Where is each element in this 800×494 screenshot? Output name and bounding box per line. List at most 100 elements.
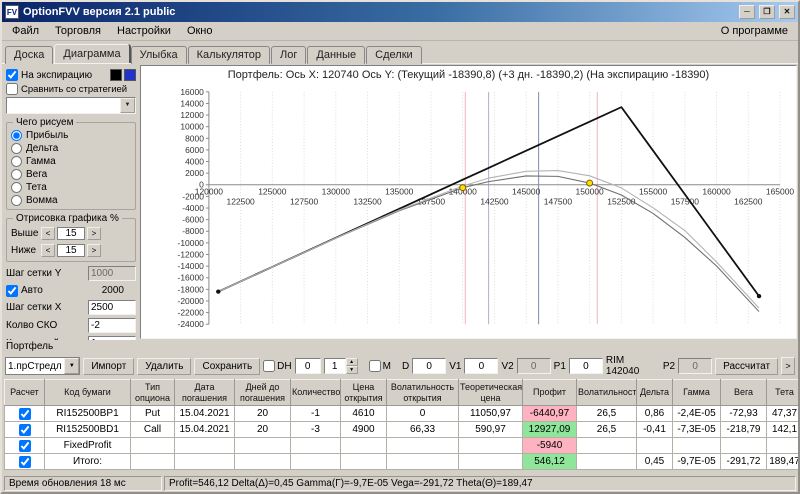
window-title: OptionFVV версия 2.1 public bbox=[23, 6, 176, 18]
line-endpoint-dot bbox=[216, 289, 221, 294]
menu-about[interactable]: О программе bbox=[713, 23, 796, 39]
p2-label: P2 bbox=[662, 360, 676, 372]
column-header: Дата погашения bbox=[174, 379, 235, 406]
chevron-down-icon[interactable]: ▼ bbox=[64, 358, 80, 374]
auto-grid-checkbox[interactable] bbox=[6, 284, 18, 297]
tab-Данные[interactable]: Данные bbox=[307, 46, 366, 64]
spin-down-icon[interactable]: ▼ bbox=[345, 366, 358, 374]
table-cell bbox=[636, 437, 673, 454]
m-checkbox[interactable] bbox=[368, 360, 381, 372]
profit-chart[interactable]: -24000-22000 -20000 -18000-16000 -14000-120… bbox=[141, 82, 796, 338]
delete-button[interactable]: Удалить bbox=[137, 357, 192, 375]
grid-x-row: Шаг сетки X bbox=[6, 299, 136, 316]
d-input[interactable] bbox=[412, 358, 447, 374]
table-cell bbox=[576, 437, 637, 454]
compare-strategy-checkbox[interactable] bbox=[6, 83, 18, 95]
tab-Калькулятор[interactable]: Калькулятор bbox=[187, 46, 271, 64]
chevron-down-icon[interactable]: ▼ bbox=[120, 98, 135, 113]
row-calc-checkbox[interactable] bbox=[18, 423, 31, 436]
p1-input[interactable] bbox=[568, 358, 603, 374]
table-cell: -0,41 bbox=[636, 421, 673, 438]
spin-up-icon[interactable]: ▲ bbox=[345, 358, 358, 366]
row-calc-checkbox[interactable] bbox=[18, 407, 31, 420]
row-calc-cell bbox=[4, 453, 45, 470]
tab-Доска[interactable]: Доска bbox=[5, 46, 54, 64]
tab-Улыбка[interactable]: Улыбка bbox=[130, 46, 187, 64]
title-bar[interactable]: FV OptionFVV версия 2.1 public ─ ❐ ✕ bbox=[2, 2, 798, 22]
dh-spin-input[interactable] bbox=[323, 358, 346, 374]
table-row[interactable]: FixedProfit -5940 bbox=[4, 437, 798, 454]
radio-Тета[interactable]: Тета bbox=[11, 181, 131, 194]
expiration-color-swatch[interactable] bbox=[110, 69, 122, 81]
y-axis-label: -18000 bbox=[178, 284, 205, 294]
table-cell bbox=[234, 453, 291, 470]
menu-item[interactable]: Файл bbox=[4, 23, 47, 39]
y-axis-label: 16000 bbox=[180, 87, 204, 97]
status-update-time: Время обновления 18 мс bbox=[4, 476, 162, 491]
maximize-button-icon[interactable]: ❐ bbox=[759, 5, 775, 19]
above-increment-icon[interactable]: > bbox=[87, 227, 101, 240]
y-axis-label: 6000 bbox=[185, 145, 204, 155]
p2-input bbox=[678, 358, 713, 374]
radio-Гамма[interactable]: Гамма bbox=[11, 155, 131, 168]
current-color-swatch[interactable] bbox=[124, 69, 136, 81]
app-window: FV OptionFVV версия 2.1 public ─ ❐ ✕ Фай… bbox=[0, 0, 800, 494]
y-axis-label: -4000 bbox=[182, 203, 204, 213]
dh-checkbox[interactable] bbox=[263, 360, 276, 372]
calculate-button[interactable]: Рассчитат bbox=[715, 357, 779, 375]
table-cell: -5940 bbox=[522, 437, 577, 454]
below-value[interactable]: 15 bbox=[57, 244, 85, 257]
y-axis-label: 12000 bbox=[180, 110, 204, 120]
minimize-button-icon[interactable]: ─ bbox=[739, 5, 755, 19]
column-header: Гамма bbox=[672, 379, 721, 406]
radio-Вомма[interactable]: Вомма bbox=[11, 194, 131, 207]
v1-input[interactable] bbox=[464, 358, 499, 374]
menu-item[interactable]: Окно bbox=[179, 23, 221, 39]
tab-Сделки[interactable]: Сделки bbox=[366, 46, 422, 64]
dh-input[interactable] bbox=[294, 358, 321, 374]
radio-Дельта[interactable]: Дельта bbox=[11, 142, 131, 155]
table-cell: -7,3E-05 bbox=[672, 421, 721, 438]
render-percent-title: Отрисовка графика % bbox=[16, 213, 119, 224]
save-button[interactable]: Сохранить bbox=[194, 357, 261, 375]
d-label: D bbox=[401, 360, 410, 372]
radio-Вега[interactable]: Вега bbox=[11, 168, 131, 181]
compare-strategy-combo[interactable]: ▼ bbox=[6, 97, 136, 114]
scroll-right-icon[interactable]: > bbox=[781, 357, 795, 375]
column-header: Количество bbox=[290, 379, 341, 406]
menu-item[interactable]: Настройки bbox=[109, 23, 179, 39]
render-percent-group: Отрисовка графика % Выше < 15 > Ниже < 1… bbox=[6, 213, 136, 262]
x-axis-label: 147500 bbox=[544, 197, 573, 207]
row-calc-checkbox[interactable] bbox=[18, 455, 31, 468]
row-calc-cell bbox=[4, 437, 45, 454]
tab-Диаграмма[interactable]: Диаграмма bbox=[54, 44, 130, 63]
table-row[interactable]: RI152500BP1 Put 15.04.2021 20 -1 4610 0 11050,9… bbox=[4, 405, 798, 422]
above-row: Выше < 15 > bbox=[11, 225, 131, 242]
radio-Прибыль[interactable]: Прибыль bbox=[11, 129, 131, 142]
y-axis-label: 8000 bbox=[185, 133, 204, 143]
on-expiration-checkbox[interactable] bbox=[6, 69, 18, 81]
below-increment-icon[interactable]: > bbox=[87, 244, 101, 257]
grid-x-input[interactable] bbox=[88, 300, 136, 315]
strategy-combo-value: 1.прСтредл bbox=[8, 360, 62, 372]
column-header: Код бумаги bbox=[44, 379, 131, 406]
menu-item[interactable]: Торговля bbox=[47, 23, 109, 39]
row-calc-checkbox[interactable] bbox=[18, 439, 31, 452]
close-button-icon[interactable]: ✕ bbox=[779, 5, 795, 19]
line-color-swatches bbox=[110, 69, 136, 81]
table-cell: 0,86 bbox=[636, 405, 673, 422]
column-header: Волатильность bbox=[576, 379, 637, 406]
status-bar: Время обновления 18 мс Profit=546,12 Del… bbox=[2, 475, 798, 492]
table-cell: 0,45 bbox=[636, 453, 673, 470]
tab-Лог[interactable]: Лог bbox=[271, 46, 307, 64]
sko-input[interactable] bbox=[88, 318, 136, 333]
import-button[interactable]: Импорт bbox=[83, 357, 135, 375]
below-decrement-icon[interactable]: < bbox=[41, 244, 55, 257]
table-row[interactable]: Итого: 546,12 0,45 -9,7E-05 -291,72 189,47 bbox=[4, 453, 798, 470]
y-axis-label: 2000 bbox=[185, 168, 204, 178]
above-decrement-icon[interactable]: < bbox=[41, 227, 55, 240]
above-value[interactable]: 15 bbox=[57, 227, 85, 240]
below-label: Ниже bbox=[11, 245, 37, 256]
table-row[interactable]: RI152500BD1 Call 15.04.2021 20 -3 4900 66,33 59… bbox=[4, 421, 798, 438]
strategy-combo[interactable]: 1.прСтредл ▼ bbox=[5, 357, 81, 375]
